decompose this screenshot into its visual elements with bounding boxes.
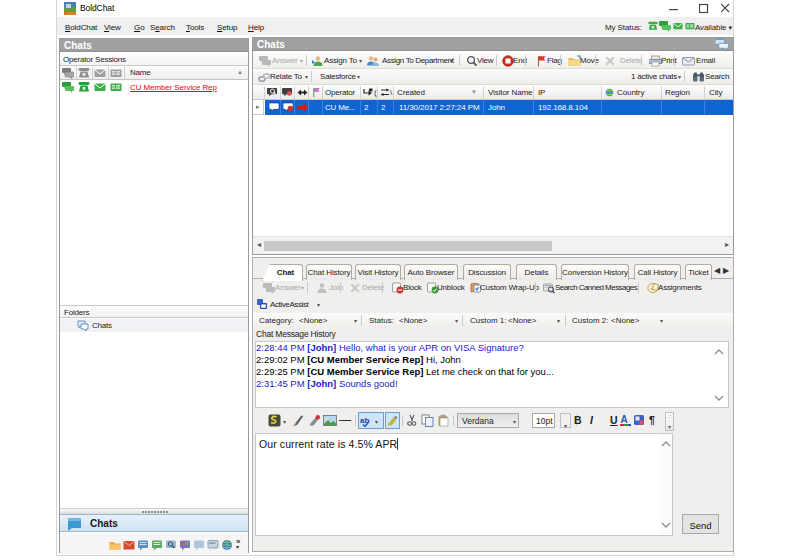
svg-text:A: A <box>621 414 628 425</box>
